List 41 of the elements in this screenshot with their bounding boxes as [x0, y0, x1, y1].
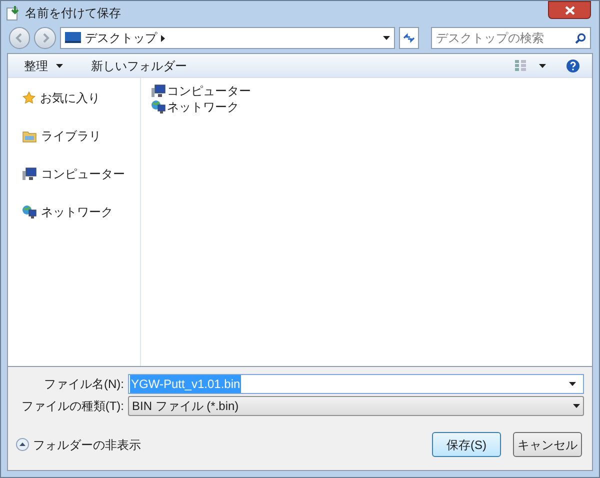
search-field[interactable]: デスクトップの検索 — [431, 27, 591, 49]
save-document-icon — [5, 5, 21, 21]
file-type-value: BIN ファイル (*.bin) — [132, 398, 239, 414]
network-icon — [22, 205, 37, 219]
save-button[interactable]: 保存(S) — [432, 432, 501, 457]
refresh-button[interactable] — [399, 27, 419, 49]
dropdown-arrow-icon — [573, 404, 580, 408]
sidebar-item[interactable]: コンピューター — [41, 165, 125, 183]
collapse-icon — [16, 438, 29, 451]
sidebar-item[interactable]: お気に入り — [40, 89, 100, 107]
computer-icon — [151, 84, 166, 98]
folder-icon — [22, 130, 37, 142]
file-type-dropdown[interactable]: BIN ファイル (*.bin) — [128, 396, 584, 416]
computer-icon — [22, 167, 37, 181]
dropdown-arrow-icon — [539, 64, 546, 68]
filename-label: ファイル名(N): — [43, 376, 124, 392]
dropdown-arrow-icon — [569, 382, 576, 386]
dropdown-arrow-icon — [383, 36, 390, 40]
close-button[interactable] — [548, 1, 591, 19]
sidebar-item[interactable]: ライブラリ — [41, 127, 101, 145]
sidebar-item[interactable]: ネットワーク — [41, 203, 113, 221]
star-icon — [22, 91, 36, 105]
hide-folders-button[interactable]: フォルダーの非表示 — [16, 436, 141, 454]
close-icon — [564, 6, 574, 14]
network-icon — [151, 100, 166, 114]
new-folder-button[interactable]: 新しいフォルダー — [83, 56, 195, 74]
search-icon — [575, 32, 586, 44]
breadcrumb-arrow-icon — [160, 34, 165, 42]
filename-value: YGW-Putt_v1.01.bin — [130, 374, 242, 392]
organize-button[interactable]: 整理 — [20, 56, 67, 74]
file-type-label: ファイルの種類(T): — [20, 398, 124, 414]
desktop-icon — [64, 32, 81, 44]
view-list-icon — [515, 60, 527, 71]
file-item[interactable]: コンピューター — [167, 82, 251, 100]
dropdown-arrow-icon — [56, 64, 63, 68]
address-location[interactable]: デスクトップ — [84, 29, 157, 47]
window-title: 名前を付けて保存 — [25, 5, 121, 22]
cancel-button[interactable]: キャンセル — [513, 432, 582, 457]
refresh-icon — [403, 33, 416, 43]
help-icon[interactable] — [566, 58, 580, 72]
file-item[interactable]: ネットワーク — [167, 98, 239, 116]
